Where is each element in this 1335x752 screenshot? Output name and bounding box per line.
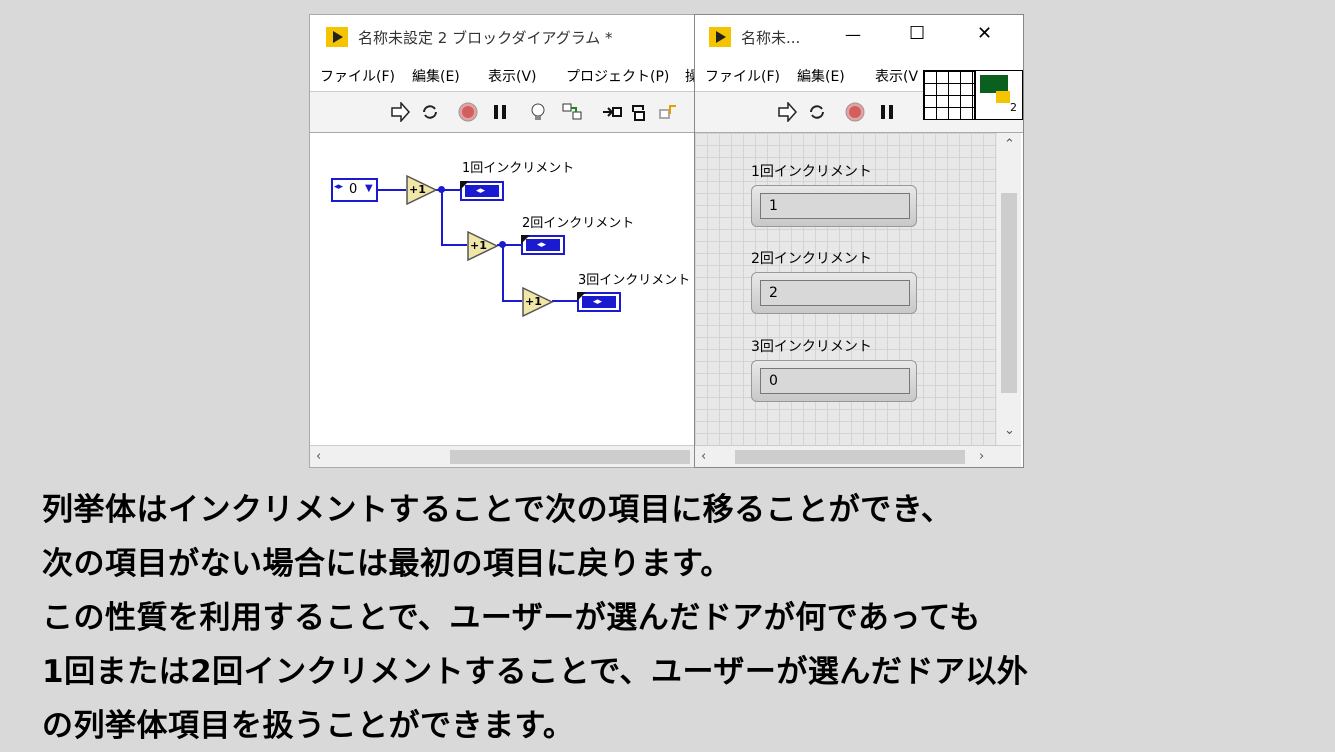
- retain-wire-values-icon[interactable]: [562, 102, 582, 122]
- menu-view[interactable]: 表示(V): [488, 66, 537, 86]
- menu-edit[interactable]: 編集(E): [412, 66, 460, 86]
- indicator-label-1: 1回インクリメント: [751, 164, 872, 180]
- horizontal-scrollbar[interactable]: ‹ ›: [695, 445, 1021, 467]
- scrollbar-thumb[interactable]: [450, 450, 690, 464]
- indicator-terminal-2[interactable]: ◂▸: [521, 235, 565, 255]
- menu-project[interactable]: プロジェクト(P): [566, 66, 669, 86]
- increment-decrement-arrows-icon: ◂▸: [334, 182, 344, 192]
- step-over-icon[interactable]: [630, 102, 650, 122]
- run-continuously-icon[interactable]: [420, 102, 440, 122]
- menu-edit[interactable]: 編集(E): [797, 66, 845, 86]
- indicator-label-2: 2回インクリメント: [751, 251, 872, 267]
- window-title: 名称未...: [741, 29, 801, 47]
- menu-bar: ファイル(F) 編集(E) 表示(V) プロジェクト(P) 操: [310, 59, 698, 89]
- labview-arrow-icon: [996, 91, 1010, 103]
- run-arrow-icon[interactable]: [777, 102, 797, 122]
- window-title: 名称未設定 2 ブロックダイアグラム *: [358, 29, 613, 47]
- wire[interactable]: [378, 189, 406, 191]
- menu-file[interactable]: ファイル(F): [705, 66, 780, 86]
- enum-constant-value: 0: [349, 182, 358, 197]
- caption-line-3: この性質を利用することで、ユーザーが選んだドアが何であっても: [42, 600, 981, 636]
- indicator-value-1: 1: [760, 193, 910, 219]
- increment-decrement-arrows-icon: ◂▸: [476, 186, 486, 196]
- chevron-down-icon: ▼: [365, 183, 373, 194]
- close-button[interactable]: ✕: [977, 23, 992, 44]
- maximize-button[interactable]: ☐: [909, 23, 925, 44]
- abort-icon[interactable]: [845, 102, 865, 122]
- run-continuously-icon[interactable]: [807, 102, 827, 122]
- terminal-label-3: 3回インクリメント: [578, 273, 691, 288]
- connector-pane[interactable]: [923, 70, 975, 120]
- wire[interactable]: [502, 300, 522, 302]
- terminal-label-1: 1回インクリメント: [462, 161, 575, 176]
- title-bar[interactable]: 名称未設定 2 ブロックダイアグラム *: [310, 15, 698, 59]
- abort-icon[interactable]: [458, 102, 478, 122]
- menu-file[interactable]: ファイル(F): [320, 66, 395, 86]
- caption-line-4: 1回または2回インクリメントすることで、ユーザーが選んだドア以外: [42, 654, 1029, 690]
- run-arrow-icon[interactable]: [390, 102, 410, 122]
- wire[interactable]: [552, 300, 577, 302]
- wire-junction: [438, 186, 445, 193]
- enum-indicator-3[interactable]: 0: [751, 360, 917, 402]
- scroll-up-icon[interactable]: ⌃: [1004, 137, 1015, 152]
- caption-line-1: 列挙体はインクリメントすることで次の項目に移ることができ、: [42, 492, 953, 528]
- block-diagram-window: 名称未設定 2 ブロックダイアグラム * ファイル(F) 編集(E) 表示(V)…: [309, 14, 699, 468]
- pause-icon[interactable]: [490, 102, 510, 122]
- vi-icon[interactable]: 2: [975, 70, 1023, 120]
- front-panel-window: 名称未... — ☐ ✕ ファイル(F) 編集(E) 表示(V 2 1回インクリ…: [694, 14, 1024, 468]
- indicator-value-3: 0: [760, 368, 910, 394]
- connector-count: 2: [1010, 101, 1017, 114]
- wire[interactable]: [441, 189, 443, 246]
- highlight-execution-icon[interactable]: [528, 102, 548, 122]
- title-bar[interactable]: 名称未... — ☐ ✕: [695, 15, 1023, 59]
- enum-indicator-2[interactable]: 2: [751, 272, 917, 314]
- horizontal-scrollbar[interactable]: ‹: [310, 445, 698, 467]
- wire[interactable]: [441, 244, 467, 246]
- toolbar: [310, 91, 698, 133]
- wire-junction: [499, 241, 506, 248]
- enum-indicator-1[interactable]: 1: [751, 185, 917, 227]
- scroll-left-icon[interactable]: ‹: [701, 449, 706, 464]
- increment-symbol: +1: [470, 239, 487, 252]
- caption-line-5: の列挙体項目を扱うことができます。: [42, 708, 575, 744]
- labview-icon: [326, 27, 348, 47]
- labview-icon: [709, 27, 731, 47]
- indicator-terminal-1[interactable]: ◂▸: [460, 181, 504, 201]
- step-out-icon[interactable]: [658, 102, 678, 122]
- scrollbar-thumb[interactable]: [735, 450, 965, 464]
- increment-decrement-arrows-icon: ◂▸: [593, 297, 603, 307]
- increment-symbol: +1: [409, 183, 426, 196]
- scroll-left-icon[interactable]: ‹: [316, 449, 321, 464]
- wire[interactable]: [502, 244, 504, 301]
- minimize-button[interactable]: —: [845, 25, 861, 44]
- indicator-terminal-3[interactable]: ◂▸: [577, 292, 621, 312]
- terminal-label-2: 2回インクリメント: [522, 216, 635, 231]
- enum-constant[interactable]: ◂▸ 0 ▼: [331, 178, 378, 202]
- step-into-icon[interactable]: [602, 102, 622, 122]
- pause-icon[interactable]: [877, 102, 897, 122]
- increment-decrement-arrows-icon: ◂▸: [537, 240, 547, 250]
- vertical-scrollbar[interactable]: ⌃ ⌄: [997, 133, 1021, 445]
- indicator-value-2: 2: [760, 280, 910, 306]
- menu-view[interactable]: 表示(V: [875, 66, 918, 86]
- scrollbar-thumb[interactable]: [1001, 193, 1017, 393]
- increment-symbol: +1: [525, 295, 542, 308]
- scroll-down-icon[interactable]: ⌄: [1004, 423, 1015, 438]
- caption-line-2: 次の項目がない場合には最初の項目に戻ります。: [42, 546, 732, 582]
- indicator-label-3: 3回インクリメント: [751, 339, 872, 355]
- scroll-right-icon[interactable]: ›: [979, 449, 984, 464]
